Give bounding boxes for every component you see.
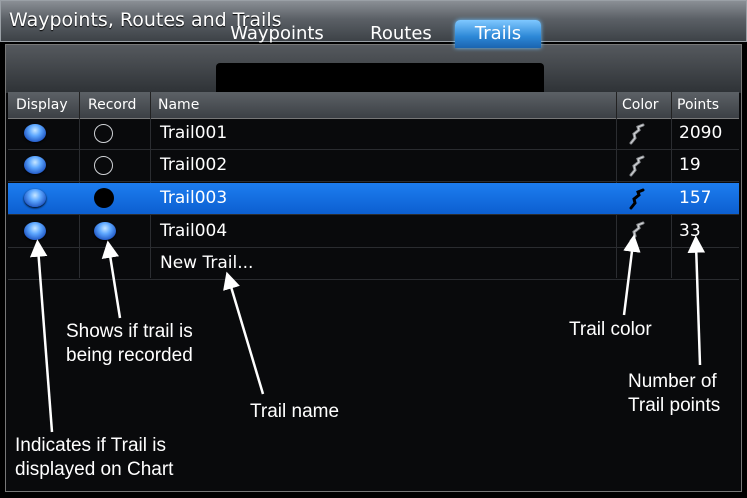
annotation-display: Indicates if Trail is displayed on Chart (15, 435, 174, 480)
annotation-color: Trail color (569, 319, 652, 340)
annotation-record: Shows if trail is being recorded (66, 321, 193, 366)
annotation-name: Trail name (250, 401, 340, 422)
annotation-arrows (29, 234, 706, 433)
screen: Waypoints, Routes and Trails Waypoints R… (0, 0, 747, 498)
annotation-points: Number of Trail points (628, 371, 721, 416)
